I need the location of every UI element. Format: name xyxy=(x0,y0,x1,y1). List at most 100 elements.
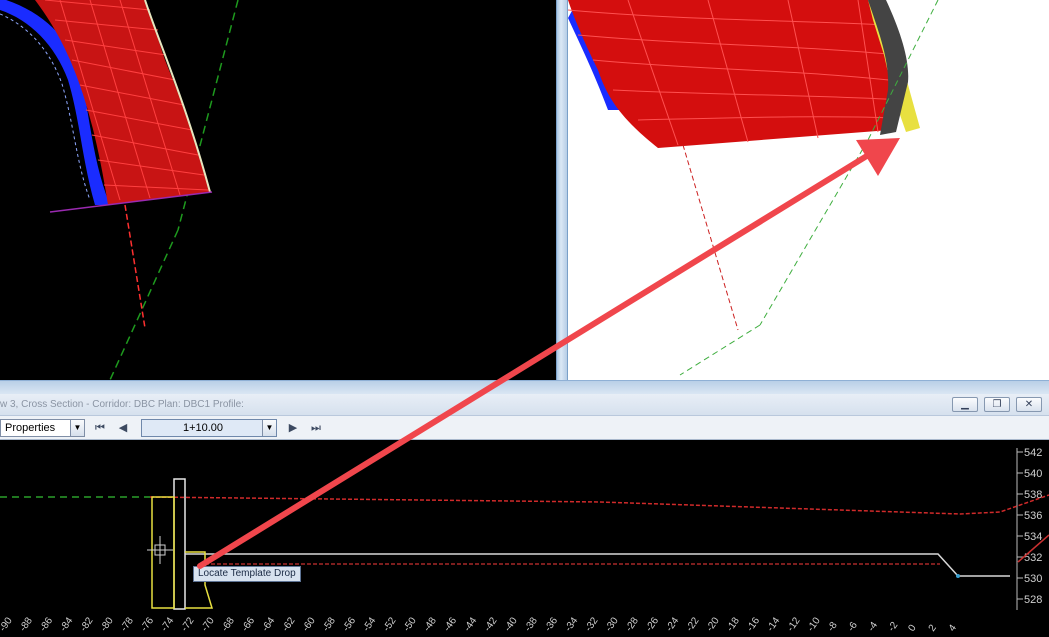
elevation-label: 530 xyxy=(1024,573,1042,585)
cross-section-toolbar: Properties ▼ ⏮ ◀ 1+10.00 ▼ ▶ ⏭ xyxy=(0,416,1049,440)
offset-label: -80 xyxy=(98,615,116,634)
alignment-tick xyxy=(682,144,739,331)
cross-section-canvas[interactable]: 542 540 538 536 534 532 530 528 -90 -88 -86 -84 -82… xyxy=(0,440,1049,637)
offset-label: -70 xyxy=(199,615,217,634)
offset-labels: -90 -88 -86 -84 -82 -80 -78 -76 -74 -72 -70 -68 -66-… xyxy=(0,615,959,634)
template-point xyxy=(956,574,960,578)
view-splitter[interactable] xyxy=(0,380,1049,394)
offset-label: -36 xyxy=(543,615,561,634)
offset-label: -12 xyxy=(785,615,803,634)
offset-label: 0 xyxy=(906,622,918,633)
offset-label: -88 xyxy=(18,615,36,634)
minimize-button[interactable]: ▁ xyxy=(952,397,978,412)
last-icon: ⏭ xyxy=(311,422,321,434)
window-title: w 3, Cross Section - Corridor: DBC Plan:… xyxy=(0,399,244,410)
offset-label: -86 xyxy=(38,615,56,634)
station-value: 1+10.00 xyxy=(182,422,224,434)
alignment-tick xyxy=(124,204,146,329)
properties-label: Properties xyxy=(5,422,56,434)
offset-label: -68 xyxy=(220,615,238,634)
plan-view-graphics xyxy=(0,0,239,381)
corridor-mesh xyxy=(35,0,210,205)
alignment-line xyxy=(109,229,179,381)
offset-label: 2 xyxy=(927,622,939,633)
view-divider[interactable] xyxy=(556,0,568,383)
elevation-label: 538 xyxy=(1024,489,1042,501)
offset-label: -90 xyxy=(0,615,15,634)
minimize-icon: ▁ xyxy=(961,399,969,410)
template-surface xyxy=(185,553,1010,577)
offset-label: -66 xyxy=(240,615,258,634)
elevation-label: 528 xyxy=(1024,594,1042,606)
offset-label: -54 xyxy=(361,615,379,634)
corridor-mesh-3d xyxy=(568,0,908,148)
close-button[interactable]: ✕ xyxy=(1016,397,1042,412)
elevation-label: 542 xyxy=(1024,447,1042,459)
offset-label: -22 xyxy=(684,615,702,634)
properties-dropdown[interactable]: Properties ▼ xyxy=(0,419,85,437)
offset-label: -48 xyxy=(422,615,440,634)
restore-icon: ❐ xyxy=(992,399,1002,410)
locate-template-tooltip: Locate Template Drop xyxy=(193,566,301,582)
first-icon: ⏮ xyxy=(95,422,105,434)
alignment-line xyxy=(759,139,869,326)
offset-label: -50 xyxy=(401,615,419,634)
plan-view[interactable] xyxy=(0,0,556,381)
offset-label: -8 xyxy=(826,620,840,634)
alignment-line xyxy=(679,324,761,376)
offset-label: -38 xyxy=(523,615,541,634)
offset-label: -62 xyxy=(280,615,298,634)
offset-label: -20 xyxy=(704,615,722,634)
cross-section-graphics: 542540538536534532530528 -90 -88 -86 -84 -82… xyxy=(0,447,1049,634)
first-button[interactable]: ⏮ xyxy=(90,419,110,437)
elevation-label: 534 xyxy=(1024,531,1042,543)
offset-label: -6 xyxy=(846,620,860,634)
next-button[interactable]: ▶ xyxy=(283,419,303,437)
offset-label: -32 xyxy=(583,615,601,634)
offset-label: -14 xyxy=(765,615,783,634)
offset-label: -42 xyxy=(482,615,500,634)
chevron-down-icon[interactable]: ▼ xyxy=(262,420,276,436)
offset-label: -18 xyxy=(725,615,743,634)
offset-label: -44 xyxy=(462,615,480,634)
wall-template xyxy=(173,478,186,610)
offset-label: -60 xyxy=(300,615,318,634)
restore-button[interactable]: ❐ xyxy=(984,397,1010,412)
previous-button[interactable]: ◀ xyxy=(113,419,133,437)
offset-label: -72 xyxy=(179,615,197,634)
offset-label: -28 xyxy=(624,615,642,634)
offset-label: -2 xyxy=(886,620,900,634)
offset-label: -16 xyxy=(745,615,763,634)
last-button[interactable]: ⏭ xyxy=(306,419,326,437)
offset-label: 4 xyxy=(947,622,959,633)
offset-label: -82 xyxy=(78,615,96,634)
offset-label: -46 xyxy=(442,615,460,634)
offset-label: -56 xyxy=(341,615,359,634)
offset-label: -10 xyxy=(805,615,823,634)
cross-section-titlebar[interactable]: w 3, Cross Section - Corridor: DBC Plan:… xyxy=(0,394,1049,416)
offset-label: -64 xyxy=(260,615,278,634)
next-icon: ▶ xyxy=(288,422,298,434)
offset-label: -76 xyxy=(139,615,157,634)
offset-label: -58 xyxy=(321,615,339,634)
elevation-label: 536 xyxy=(1024,510,1042,522)
offset-label: -74 xyxy=(159,615,177,634)
close-icon: ✕ xyxy=(1024,399,1034,410)
offset-label: -26 xyxy=(644,615,662,634)
offset-label: -24 xyxy=(664,615,682,634)
chevron-down-icon[interactable]: ▼ xyxy=(70,420,84,436)
elevation-labels: 542540538536534532530528 xyxy=(1017,447,1042,606)
proposed-surface-line xyxy=(149,494,1049,515)
offset-label: -78 xyxy=(119,615,137,634)
model-view[interactable] xyxy=(567,0,1049,380)
model-view-graphics xyxy=(567,0,939,376)
offset-label: -4 xyxy=(866,620,880,634)
station-dropdown[interactable]: 1+10.00 ▼ xyxy=(141,419,277,437)
previous-icon: ◀ xyxy=(118,422,128,434)
offset-label: -84 xyxy=(58,615,76,634)
offset-label: -34 xyxy=(563,615,581,634)
elevation-label: 540 xyxy=(1024,468,1042,480)
offset-label: -52 xyxy=(381,615,399,634)
offset-label: -30 xyxy=(603,615,621,634)
cursor-crosshair-icon xyxy=(147,536,173,564)
